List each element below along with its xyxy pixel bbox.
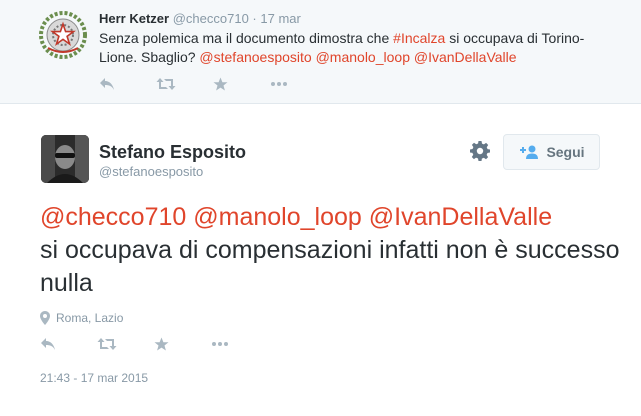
tweet-time[interactable]: 17 mar (260, 11, 300, 26)
mention-link[interactable]: @IvanDellaValle (369, 203, 552, 231)
follow-button[interactable]: Segui (503, 134, 600, 170)
follow-button-label: Segui (546, 144, 585, 160)
mention-link[interactable]: @stefanoesposito (199, 49, 311, 65)
reply-icon (100, 78, 114, 90)
author-handle[interactable]: @stefanoesposito (99, 164, 203, 179)
location-label: Roma, Lazio (56, 311, 124, 325)
author-handle[interactable]: @checco710 (173, 11, 249, 26)
avatar[interactable] (41, 135, 89, 183)
retweet-icon (156, 78, 176, 90)
author-name[interactable]: Stefano Esposito (99, 142, 246, 163)
tweet-location[interactable]: Roma, Lazio (40, 311, 123, 325)
mention-link[interactable]: @manolo_loop (193, 203, 362, 231)
tweet-timestamp[interactable]: 21:43 - 17 mar 2015 (40, 371, 148, 385)
favorite-button[interactable] (154, 334, 211, 354)
favorite-button[interactable] (213, 74, 270, 94)
reply-icon (41, 338, 55, 350)
retweet-icon (97, 338, 117, 350)
main-tweet: Stefano Esposito @stefanoesposito Segui … (0, 105, 641, 416)
tweet-text-segment: Senza polemica ma il documento dimostra … (99, 30, 394, 46)
mention-link[interactable]: @IvanDellaValle (414, 49, 517, 65)
tweet-text: @checco710 @manolo_loop @IvanDellaValle s… (40, 201, 620, 300)
reply-button[interactable] (99, 74, 156, 94)
more-button[interactable] (211, 334, 268, 354)
add-user-icon (520, 145, 539, 159)
more-button[interactable] (270, 74, 327, 94)
tweet-text-body: si occupava di compensazioni infatti non… (40, 236, 620, 297)
mention-link[interactable]: @checco710 (40, 203, 186, 231)
favorite-icon (154, 337, 169, 351)
parent-tweet-header: Herr Ketzer @checco710 · 17 mar (99, 11, 301, 26)
favorite-icon (213, 77, 228, 91)
more-icon (212, 342, 228, 346)
location-pin-icon (40, 311, 50, 325)
mention-link[interactable]: @manolo_loop (316, 49, 410, 65)
retweet-button[interactable] (97, 334, 154, 354)
gear-icon[interactable] (470, 141, 490, 161)
more-icon (271, 82, 287, 86)
hashtag-link[interactable]: #Incalza (393, 30, 445, 46)
tweet-actions (40, 334, 268, 354)
parent-tweet-text: Senza polemica ma il documento dimostra … (99, 29, 619, 67)
italian-republic-emblem-avatar[interactable] (38, 10, 88, 60)
parent-tweet-actions (99, 74, 327, 94)
reply-button[interactable] (40, 334, 97, 354)
separator: · (252, 11, 257, 26)
author-name[interactable]: Herr Ketzer (99, 11, 169, 26)
retweet-button[interactable] (156, 74, 213, 94)
parent-tweet[interactable]: Herr Ketzer @checco710 · 17 mar Senza po… (0, 0, 641, 104)
